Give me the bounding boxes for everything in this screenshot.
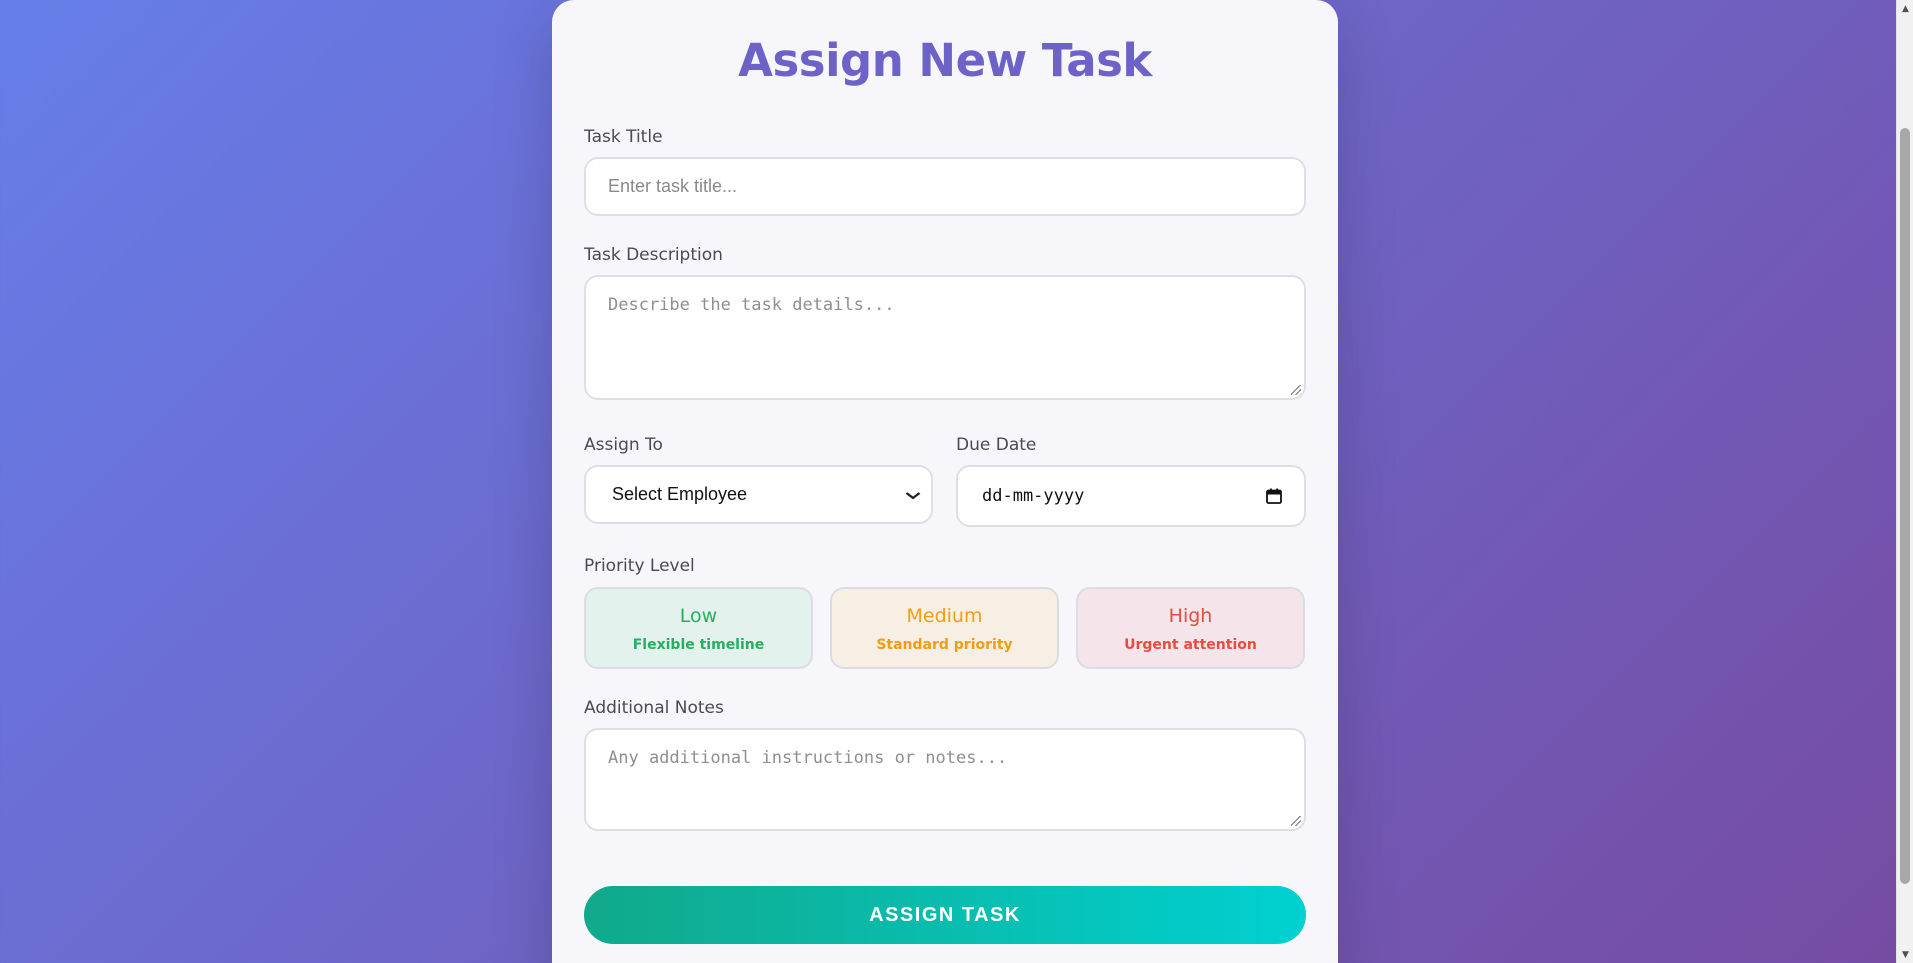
task-title-field <box>584 157 1306 216</box>
page-title: Assign New Task <box>738 34 1152 87</box>
priority-high-desc: Urgent attention <box>1124 637 1257 653</box>
priority-medium-name: Medium <box>906 605 983 627</box>
resize-grip-icon[interactable] <box>1291 816 1301 826</box>
task-description-label: Task Description <box>584 245 723 265</box>
scrollbar-thumb[interactable] <box>1900 128 1910 884</box>
chevron-down-icon <box>905 487 921 503</box>
additional-notes-input[interactable] <box>586 730 1304 829</box>
scroll-up-arrow-icon[interactable]: ▲ <box>1897 0 1913 17</box>
task-title-label: Task Title <box>584 127 663 147</box>
assign-task-button[interactable]: ASSIGN TASK <box>584 886 1306 944</box>
additional-notes-label: Additional Notes <box>584 698 724 718</box>
assign-to-select[interactable]: Select Employee <box>584 465 933 524</box>
task-title-input[interactable] <box>586 159 1304 214</box>
scroll-down-arrow-icon[interactable]: ▼ <box>1897 946 1913 963</box>
due-date-label: Due Date <box>956 435 1037 455</box>
priority-medium-desc: Standard priority <box>876 637 1013 653</box>
assign-to-selected-value: Select Employee <box>612 484 748 504</box>
resize-grip-icon[interactable] <box>1291 385 1301 395</box>
additional-notes-field <box>584 728 1306 831</box>
priority-option-high[interactable]: High Urgent attention <box>1076 587 1305 669</box>
assign-to-label: Assign To <box>584 435 663 455</box>
due-date-input[interactable]: dd-mm-yyyy <box>956 465 1306 527</box>
due-date-value: dd-mm-yyyy <box>982 486 1085 506</box>
priority-high-name: High <box>1168 605 1213 627</box>
priority-low-desc: Flexible timeline <box>632 637 765 653</box>
priority-level-label: Priority Level <box>584 556 695 576</box>
task-description-field <box>584 275 1306 400</box>
priority-low-name: Low <box>679 605 718 627</box>
task-description-input[interactable] <box>586 277 1304 398</box>
page-scrollbar[interactable]: ▲ ▼ <box>1896 0 1913 963</box>
task-form-card: Assign New Task Task Title Task Descript… <box>552 0 1338 963</box>
calendar-icon[interactable] <box>1266 488 1282 504</box>
priority-option-medium[interactable]: Medium Standard priority <box>830 587 1059 669</box>
priority-option-low[interactable]: Low Flexible timeline <box>584 587 813 669</box>
